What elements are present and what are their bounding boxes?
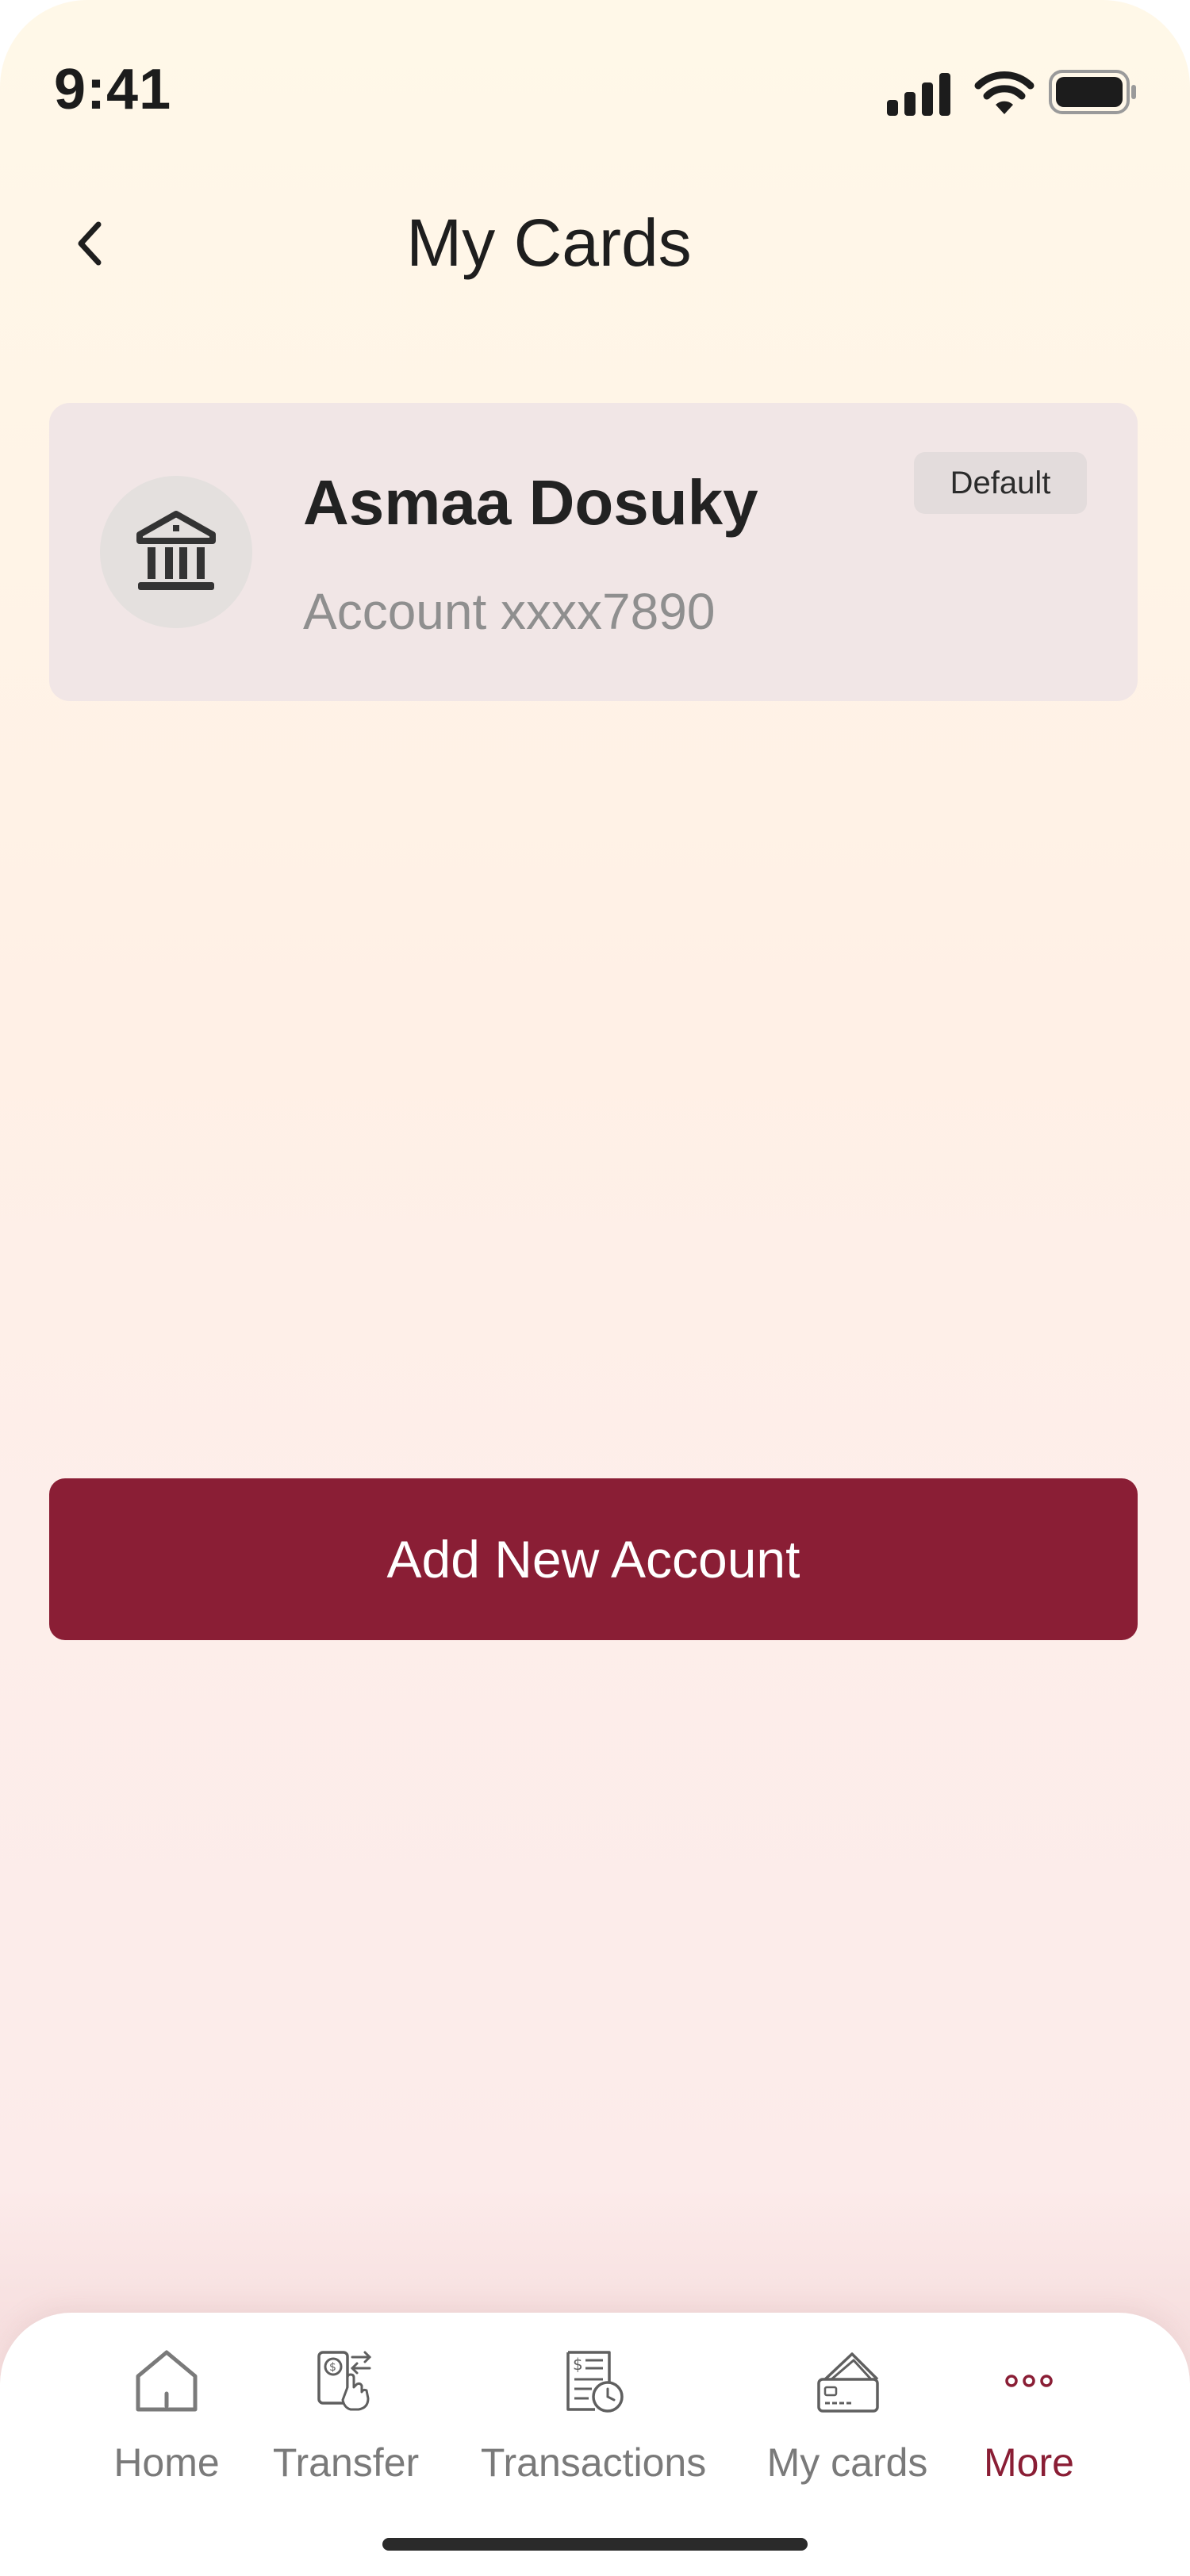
- nav-item-more[interactable]: More: [977, 2341, 1081, 2500]
- account-holder-name: Asmaa Dosuky: [303, 467, 758, 538]
- add-new-account-button[interactable]: Add New Account: [49, 1478, 1138, 1640]
- status-time: 9:41: [54, 58, 172, 121]
- nav-item-home[interactable]: Home: [109, 2341, 224, 2500]
- home-indicator[interactable]: [382, 2538, 808, 2551]
- page-title: My Cards: [406, 205, 692, 280]
- cellular-signal-icon: [887, 73, 950, 116]
- nav-label-my-cards: My cards: [766, 2440, 928, 2485]
- nav-label-transactions: Transactions: [480, 2440, 707, 2485]
- wifi-icon: [974, 71, 1035, 114]
- nav-item-transactions[interactable]: $ Transactions: [473, 2341, 714, 2500]
- bottom-navigation: Home $ Transfer $ Transactions My cards …: [0, 2313, 1190, 2576]
- nav-label-more: More: [984, 2440, 1074, 2485]
- battery-icon: [1049, 70, 1136, 114]
- transactions-icon: $: [566, 2351, 624, 2413]
- account-number: Account xxxx7890: [303, 583, 716, 640]
- home-icon: [136, 2350, 198, 2412]
- transfer-icon: $: [317, 2351, 372, 2411]
- bank-icon: [136, 511, 216, 590]
- status-bar: 9:41: [0, 0, 1190, 159]
- bank-avatar: [100, 476, 252, 628]
- more-icon: [1005, 2375, 1053, 2387]
- nav-label-transfer: Transfer: [272, 2440, 420, 2485]
- nav-item-transfer[interactable]: $ Transfer: [267, 2341, 425, 2500]
- svg-text:$: $: [573, 2355, 583, 2374]
- svg-text:$: $: [329, 2361, 336, 2374]
- screen: 9:41 My Cards Asmaa Dosuky Account xxxx7…: [0, 0, 1190, 2576]
- account-card[interactable]: Asmaa Dosuky Account xxxx7890 Default: [49, 403, 1138, 701]
- cards-icon: [817, 2352, 879, 2413]
- default-badge: Default: [914, 452, 1087, 514]
- nav-item-my-cards[interactable]: My cards: [760, 2341, 935, 2500]
- nav-label-home: Home: [113, 2440, 220, 2485]
